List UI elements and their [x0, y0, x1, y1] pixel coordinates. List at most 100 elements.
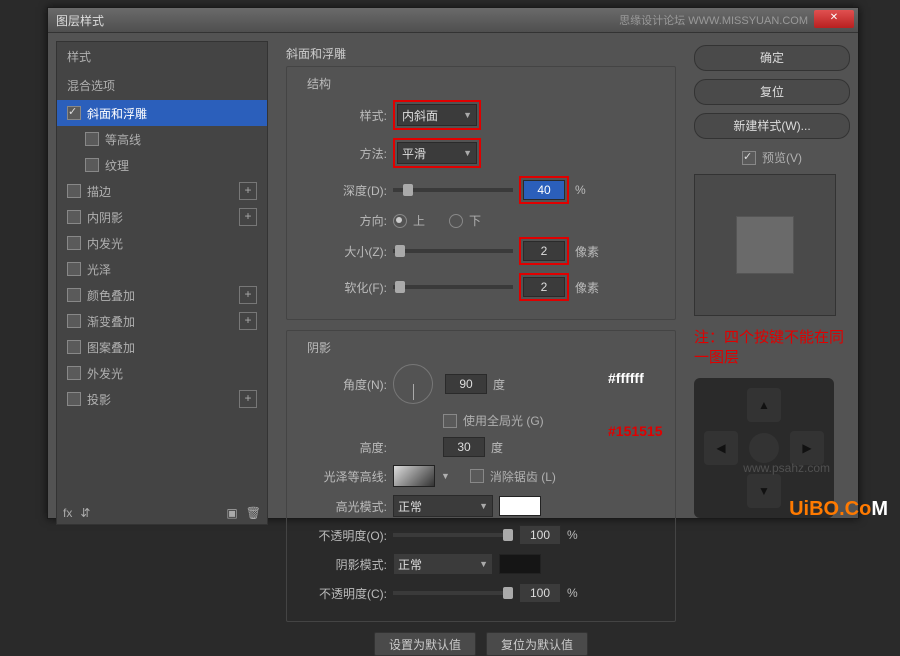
- style-item-label: 内发光: [87, 235, 123, 252]
- panel-title: 斜面和浮雕: [286, 45, 676, 62]
- shadow-color-swatch[interactable]: [499, 554, 541, 574]
- chevron-down-icon[interactable]: ▼: [441, 471, 450, 481]
- style-checkbox[interactable]: [67, 262, 81, 276]
- add-effect-icon[interactable]: +: [239, 208, 257, 226]
- dpad-preview: ▲ ▼ ◀ ▶: [694, 378, 834, 518]
- arrow-up-down-icon[interactable]: ⇵: [80, 506, 90, 520]
- preview-label: 预览(V): [762, 149, 802, 166]
- style-item-6[interactable]: 光泽: [57, 256, 267, 282]
- styles-panel: 样式 混合选项 斜面和浮雕等高线纹理描边+内阴影+ 内发光光泽颜色叠加+渐变叠加+…: [56, 41, 268, 525]
- style-item-11[interactable]: 投影+: [57, 386, 267, 412]
- antialias-checkbox[interactable]: [470, 469, 484, 483]
- style-checkbox[interactable]: [85, 158, 99, 172]
- depth-slider[interactable]: [393, 188, 513, 192]
- cancel-button[interactable]: 复位: [694, 79, 850, 105]
- size-unit: 像素: [575, 243, 599, 260]
- style-select[interactable]: 内斜面▼: [397, 104, 477, 126]
- style-item-10[interactable]: 外发光: [57, 360, 267, 386]
- default-buttons: 设置为默认值 复位为默认值: [286, 632, 676, 656]
- global-light-checkbox[interactable]: [443, 414, 457, 428]
- style-item-5[interactable]: 内发光: [57, 230, 267, 256]
- angle-input[interactable]: 90: [445, 374, 487, 394]
- style-item-1[interactable]: 等高线: [57, 126, 267, 152]
- soften-input[interactable]: 2: [523, 277, 565, 297]
- ok-button[interactable]: 确定: [694, 45, 850, 71]
- gloss-contour-label: 光泽等高线:: [299, 468, 387, 485]
- style-checkbox[interactable]: [67, 288, 81, 302]
- fx-label[interactable]: fx: [63, 506, 72, 520]
- angle-dial[interactable]: [393, 364, 433, 404]
- preview-checkbox[interactable]: [742, 151, 756, 165]
- style-checkbox[interactable]: [67, 184, 81, 198]
- style-item-2[interactable]: 纹理: [57, 152, 267, 178]
- highlight-opacity-input[interactable]: 100: [519, 525, 561, 545]
- altitude-label: 高度:: [299, 439, 387, 456]
- highlight-opacity-slider[interactable]: [393, 533, 513, 537]
- style-checkbox[interactable]: [85, 132, 99, 146]
- direction-down-radio[interactable]: [449, 214, 463, 228]
- shadow-opacity-slider[interactable]: [393, 591, 513, 595]
- reset-default-button[interactable]: 复位为默认值: [486, 632, 588, 656]
- style-item-8[interactable]: 渐变叠加+: [57, 308, 267, 334]
- style-checkbox[interactable]: [67, 392, 81, 406]
- highlight-color-swatch[interactable]: [499, 496, 541, 516]
- style-item-label: 纹理: [105, 157, 129, 174]
- style-checkbox[interactable]: [67, 236, 81, 250]
- trash-icon[interactable]: 🗑: [246, 506, 261, 520]
- depth-input[interactable]: 40: [523, 180, 565, 200]
- style-checkbox[interactable]: [67, 106, 81, 120]
- add-effect-icon[interactable]: +: [239, 286, 257, 304]
- size-input[interactable]: 2: [523, 241, 565, 261]
- add-effect-icon[interactable]: +: [239, 390, 257, 408]
- new-style-button[interactable]: 新建样式(W)...: [694, 113, 850, 139]
- method-select[interactable]: 平滑▼: [397, 142, 477, 164]
- style-item-4[interactable]: 内阴影+: [57, 204, 267, 230]
- blend-options[interactable]: 混合选项: [57, 71, 267, 100]
- angle-label: 角度(N):: [299, 376, 387, 393]
- style-item-9[interactable]: 图案叠加: [57, 334, 267, 360]
- watermark-center: www.psahz.com: [743, 461, 830, 475]
- direction-up-radio[interactable]: [393, 214, 407, 228]
- styles-header: 样式: [57, 42, 267, 71]
- add-icon[interactable]: ▣: [226, 506, 237, 520]
- method-label: 方法:: [299, 145, 387, 162]
- shadow-mode-value: 正常: [398, 556, 422, 573]
- soften-slider[interactable]: [393, 285, 513, 289]
- altitude-input[interactable]: 30: [443, 437, 485, 457]
- chevron-down-icon: ▼: [463, 110, 472, 120]
- shadow-mode-label: 阴影模式:: [299, 556, 387, 573]
- chevron-down-icon: ▼: [479, 559, 488, 569]
- style-label: 样式:: [299, 107, 387, 124]
- style-highlight: 内斜面▼: [393, 100, 481, 130]
- shadow-color-annotation: #151515: [608, 423, 663, 439]
- shadow-opacity-label: 不透明度(C):: [299, 585, 387, 602]
- style-checkbox[interactable]: [67, 314, 81, 328]
- preview-row: 预览(V): [694, 149, 850, 166]
- bevel-emboss-panel: 斜面和浮雕 结构 样式: 内斜面▼ 方法: 平滑▼ 深度(D):: [276, 41, 686, 525]
- depth-highlight: 40: [519, 176, 569, 204]
- altitude-unit: 度: [491, 439, 503, 456]
- shading-title: 阴影: [303, 339, 335, 356]
- style-item-7[interactable]: 颜色叠加+: [57, 282, 267, 308]
- direction-up-label: 上: [413, 212, 425, 229]
- close-button[interactable]: ✕: [814, 10, 854, 28]
- antialias-label: 消除锯齿 (L): [490, 468, 556, 485]
- chevron-down-icon: ▼: [479, 501, 488, 511]
- add-effect-icon[interactable]: +: [239, 312, 257, 330]
- size-slider[interactable]: [393, 249, 513, 253]
- angle-unit: 度: [493, 376, 505, 393]
- style-item-0[interactable]: 斜面和浮雕: [57, 100, 267, 126]
- shadow-mode-select[interactable]: 正常 ▼: [393, 553, 493, 575]
- style-checkbox[interactable]: [67, 210, 81, 224]
- titlebar[interactable]: 图层样式 思缘设计论坛 WWW.MISSYUAN.COM ✕: [48, 8, 858, 33]
- style-item-3[interactable]: 描边+: [57, 178, 267, 204]
- shadow-opacity-input[interactable]: 100: [519, 583, 561, 603]
- style-checkbox[interactable]: [67, 366, 81, 380]
- soften-label: 软化(F):: [299, 279, 387, 296]
- gloss-contour-picker[interactable]: [393, 465, 435, 487]
- make-default-button[interactable]: 设置为默认值: [374, 632, 476, 656]
- style-checkbox[interactable]: [67, 340, 81, 354]
- add-effect-icon[interactable]: +: [239, 182, 257, 200]
- highlight-mode-select[interactable]: 正常▼: [393, 495, 493, 517]
- method-highlight: 平滑▼: [393, 138, 481, 168]
